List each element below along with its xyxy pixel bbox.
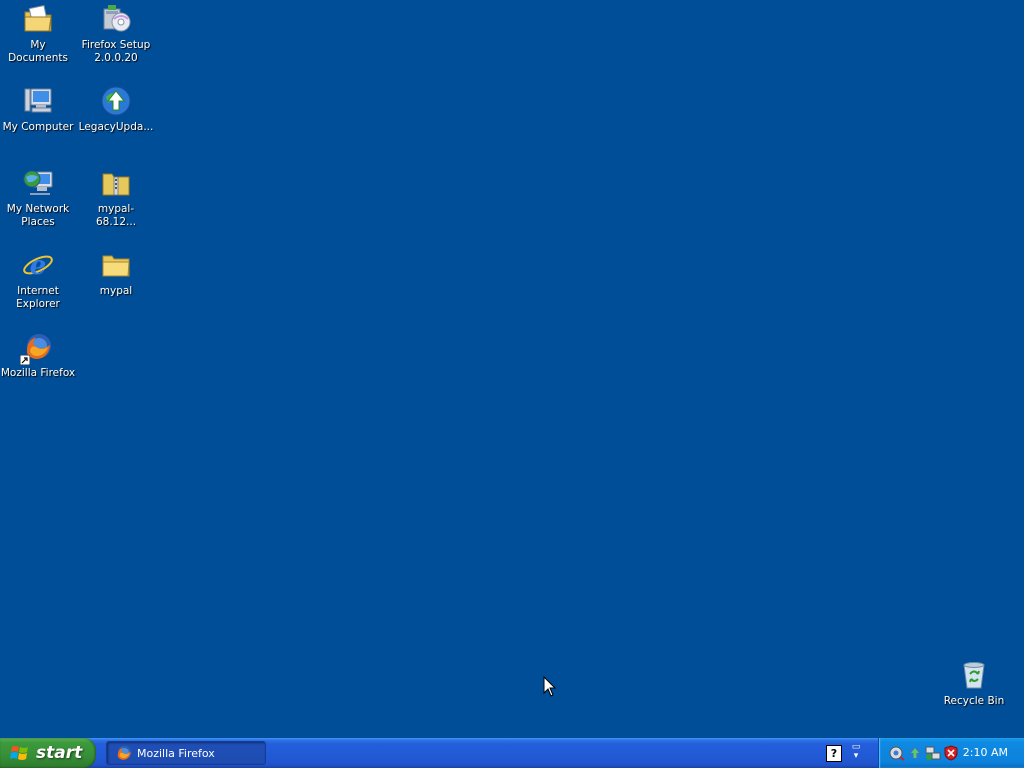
desktop-icon-label: Internet Explorer — [16, 285, 60, 310]
desktop-icon-label: mypal — [99, 285, 133, 297]
desktop-icon-label: My Documents — [8, 39, 68, 64]
system-tray: 2:10 AM — [878, 738, 1024, 768]
my-computer-icon — [21, 84, 55, 118]
network-places-icon — [21, 166, 55, 200]
desktop-icon-my-network-places[interactable]: My Network Places — [0, 166, 76, 229]
taskbar-button-label: Mozilla Firefox — [137, 746, 215, 760]
desktop-icon-label: Recycle Bin — [943, 695, 1005, 707]
update-icon[interactable] — [907, 745, 923, 761]
desktop-icon-legacy-update[interactable]: LegacyUpda... — [78, 84, 154, 134]
firefox-icon — [20, 330, 55, 365]
desktop-icon-firefox-setup[interactable]: Firefox Setup 2.0.0.20 — [78, 2, 154, 65]
desktop-icon-label: Firefox Setup 2.0.0.20 — [81, 39, 151, 64]
desktop[interactable]: My Documents My Computer My Network Plac… — [0, 0, 1024, 738]
desktop-icon-recycle-bin[interactable]: Recycle Bin — [936, 658, 1012, 708]
desktop-icon-label: Mozilla Firefox — [0, 367, 76, 379]
svg-text:e: e — [30, 251, 47, 281]
zip-folder-icon — [99, 166, 133, 200]
installer-icon — [99, 2, 133, 36]
shortcut-arrow-icon — [20, 355, 30, 365]
desktop-icon-label: LegacyUpda... — [78, 121, 154, 133]
desktop-icon-my-documents[interactable]: My Documents — [0, 2, 76, 65]
desktop-icon-my-computer[interactable]: My Computer — [0, 84, 76, 134]
folder-icon — [99, 248, 133, 282]
my-documents-icon — [21, 2, 55, 36]
network-icon[interactable] — [889, 745, 905, 761]
language-bar-toggle-icon[interactable]: ▭ ▾ — [849, 743, 863, 763]
network-connection-icon[interactable] — [925, 745, 941, 761]
desktop-icon-internet-explorer[interactable]: e Internet Explorer — [0, 248, 76, 311]
help-icon[interactable]: ? — [826, 745, 842, 762]
internet-explorer-icon: e — [21, 248, 55, 282]
windows-flag-icon — [10, 746, 28, 760]
desktop-icon-label: mypal-68.12... — [95, 203, 137, 228]
taskbar-button-mozilla-firefox[interactable]: Mozilla Firefox — [106, 741, 266, 765]
desktop-icon-mypal-zip[interactable]: mypal-68.12... — [78, 166, 154, 229]
mouse-cursor-icon — [543, 676, 557, 697]
start-button[interactable]: start — [0, 738, 96, 768]
security-alert-icon[interactable] — [943, 745, 959, 761]
recycle-bin-icon — [957, 658, 991, 692]
desktop-icon-label: My Network Places — [6, 203, 70, 228]
desktop-icon-label: My Computer — [2, 121, 74, 133]
taskbar: start Mozilla Firefox ? ▭ ▾ 2:10 AM — [0, 738, 1024, 768]
legacy-update-icon — [99, 84, 133, 118]
start-label: start — [36, 743, 83, 763]
firefox-icon — [117, 745, 132, 760]
desktop-icon-mozilla-firefox[interactable]: Mozilla Firefox — [0, 330, 76, 380]
desktop-icon-mypal-folder[interactable]: mypal — [78, 248, 154, 298]
clock[interactable]: 2:10 AM — [963, 746, 1008, 759]
